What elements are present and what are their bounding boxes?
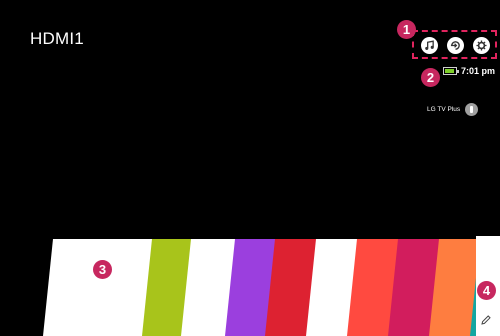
callout-2: 2: [421, 68, 440, 87]
status-bar: 7:01 pm: [443, 66, 495, 76]
settings-button[interactable]: [473, 37, 490, 54]
battery-level: [445, 69, 454, 73]
input-icon: [450, 41, 460, 50]
battery-icon: [443, 67, 459, 75]
input-button[interactable]: [447, 37, 464, 54]
pencil-icon: [481, 315, 491, 325]
callout-1: 1: [397, 20, 416, 39]
remote-icon: [470, 106, 474, 113]
account-row: LG TV Plus: [427, 103, 479, 116]
music-icon: [425, 40, 434, 50]
clock: 7:01 pm: [461, 66, 496, 76]
launcher-bar: [43, 239, 500, 336]
callout-3: 3: [93, 260, 112, 279]
callout-4: 4: [477, 281, 496, 300]
app-tile[interactable]: [43, 239, 153, 336]
top-icon-group: [412, 30, 497, 59]
account-label: LG TV Plus: [427, 106, 461, 113]
settings-icon: [476, 40, 487, 51]
tv-screen: HDMI1 1 7:01 pm 2 LG TV Plus 3 4: [0, 0, 500, 336]
input-source-title: HDMI1: [30, 29, 84, 48]
music-button[interactable]: [421, 37, 438, 54]
remote-button[interactable]: [465, 103, 479, 116]
